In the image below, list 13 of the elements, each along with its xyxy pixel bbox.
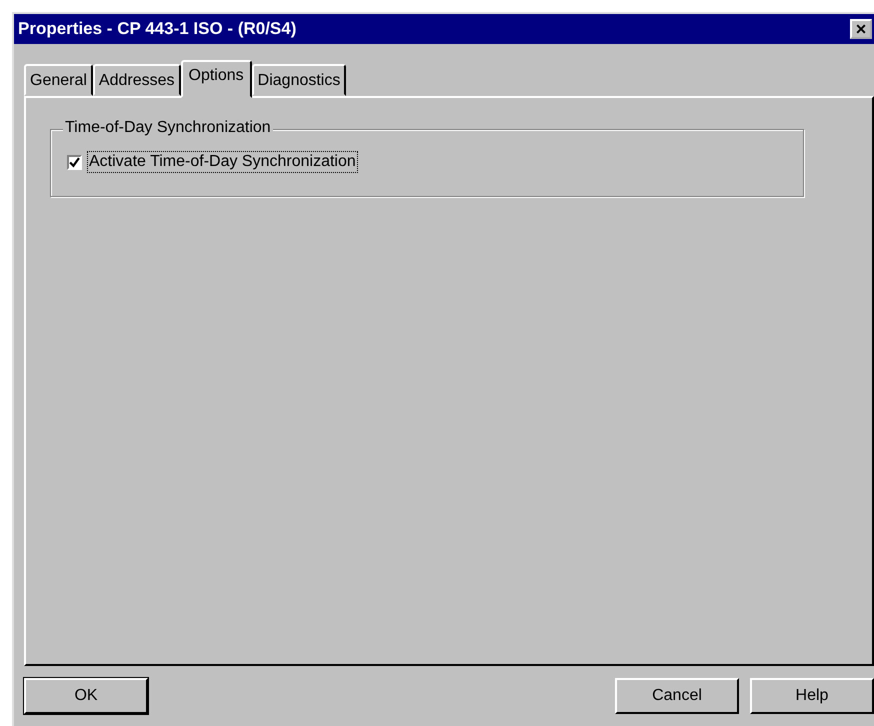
check-icon [69,156,80,168]
tab[interactable]: General [24,64,93,96]
group-title: Time-of-Day Synchronization [63,119,273,137]
tab[interactable]: Addresses [92,64,181,96]
dialog-button[interactable]: Help [750,678,874,714]
dialog-button[interactable]: Cancel [615,678,739,714]
checkbox[interactable] [67,154,82,170]
tab[interactable]: Diagnostics [252,64,346,96]
checkbox-label[interactable]: Activate Time-of-Day Synchronization [88,152,357,172]
window-title: Properties - CP 443-1 ISO - (R0/S4) [18,19,296,39]
close-button[interactable]: × [850,19,872,39]
ok-button[interactable]: OK [24,678,148,714]
tab[interactable]: Options [180,60,252,98]
